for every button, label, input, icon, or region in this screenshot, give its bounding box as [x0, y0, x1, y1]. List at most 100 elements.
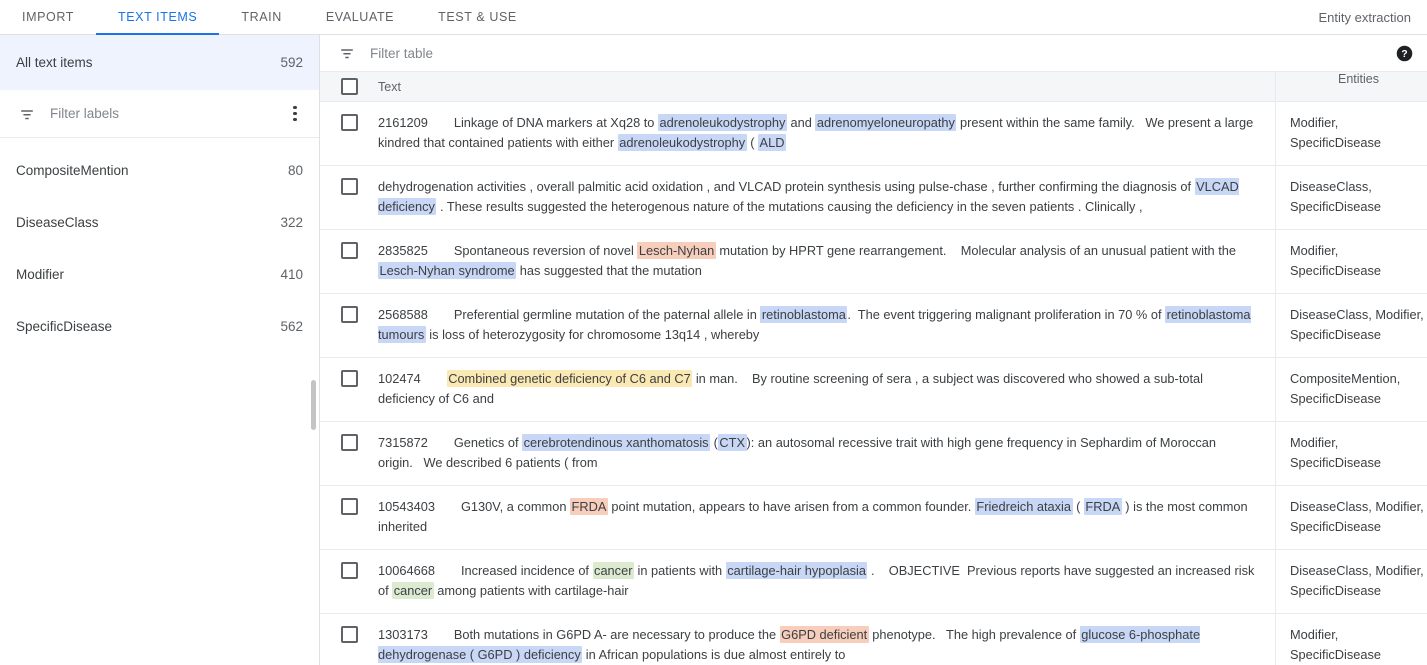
tab-evaluate[interactable]: EVALUATE [304, 0, 416, 34]
plain-text: . The event triggering malignant prolife… [847, 307, 1166, 322]
label-count: 562 [280, 318, 303, 334]
row-entities-cell: Modifier, SpecificDisease [1275, 614, 1427, 665]
plain-text: mutation by HPRT gene rearrangement. Mol… [715, 243, 1237, 258]
plain-text: in patients with [633, 563, 726, 578]
table-row[interactable]: 10064668 Increased incidence of cancer in… [320, 550, 1427, 614]
row-entities-cell: DiseaseClass, SpecificDisease [1275, 166, 1427, 229]
plain-text: Increased incidence of [460, 563, 593, 578]
entity-highlight-specificdisease[interactable]: Friedreich ataxia [974, 498, 1073, 515]
entity-highlight-modifier[interactable]: FRDA [570, 498, 608, 515]
plain-text: has suggested that the mutation [516, 263, 702, 278]
plain-text: Both mutations in G6PD A- are necessary … [453, 627, 780, 642]
tab-list: IMPORT TEXT ITEMS TRAIN EVALUATE TEST & USE [0, 0, 539, 35]
row-text-cell: 10064668 Increased incidence of cancer in… [378, 561, 1275, 601]
document-id: 102474 [378, 371, 421, 386]
plain-text: ( [710, 435, 718, 450]
label-name: DiseaseClass [16, 214, 99, 230]
table-row[interactable]: 10543403 G130V, a common FRDA point mutat… [320, 486, 1427, 550]
plain-text: Spontaneous reversion of novel [453, 243, 638, 258]
entity-highlight-specificdisease[interactable]: cartilage-hair hypoplasia [725, 562, 868, 579]
table-row[interactable]: 2835825 Spontaneous reversion of novel Le… [320, 230, 1427, 294]
entity-highlight-specificdisease[interactable]: CTX [717, 434, 747, 451]
entity-highlight-diseaseclass[interactable]: cancer [592, 562, 634, 579]
row-checkbox[interactable] [340, 114, 358, 131]
tab-import[interactable]: IMPORT [0, 0, 96, 34]
table-header-row: Text Entities [320, 72, 1427, 102]
plain-text: Linkage of DNA markers at Xq28 to [453, 115, 658, 130]
entity-highlight-diseaseclass[interactable]: cancer [392, 582, 434, 599]
table-row[interactable]: 102474 Combined genetic deficiency of C6 … [320, 358, 1427, 422]
entity-highlight-specificdisease[interactable]: ALD [758, 134, 786, 151]
row-text-cell: 7315872 Genetics of cerebrotendinous xant… [378, 433, 1275, 473]
row-checkbox-cell [320, 433, 378, 473]
plain-text: Genetics of [453, 435, 523, 450]
entity-highlight-specificdisease[interactable]: Lesch-Nyhan syndrome [378, 262, 517, 279]
help-icon[interactable]: ? [1396, 45, 1413, 62]
entity-highlight-specificdisease[interactable]: adrenoleukodystrophy [617, 134, 747, 151]
sidebar-label-diseaseclass[interactable]: DiseaseClass 322 [0, 196, 319, 248]
entity-highlight-specificdisease[interactable]: adrenoleukodystrophy [657, 114, 787, 131]
entity-highlight-specificdisease[interactable]: cerebrotendinous xanthomatosis [522, 434, 711, 451]
entity-highlight-modifier[interactable]: G6PD deficient [779, 626, 869, 643]
row-checkbox[interactable] [340, 178, 358, 195]
row-checkbox[interactable] [340, 370, 358, 387]
filter-table-bar: Filter table ? [320, 35, 1427, 72]
row-checkbox[interactable] [340, 498, 358, 515]
kebab-menu-icon[interactable] [285, 104, 305, 124]
label-count: 410 [280, 266, 303, 282]
filter-icon [338, 44, 356, 62]
plain-text: Preferential germline mutation of the pa… [453, 307, 761, 322]
table-row[interactable]: 2568588 Preferential germline mutation of… [320, 294, 1427, 358]
document-id: 10543403 [378, 499, 435, 514]
entity-highlight-specificdisease[interactable]: adrenomyeloneuropathy [815, 114, 957, 131]
row-checkbox[interactable] [340, 242, 358, 259]
label-name: CompositeMention [16, 162, 129, 178]
sidebar-label-compositemention[interactable]: CompositeMention 80 [0, 144, 319, 196]
sidebar-label-modifier[interactable]: Modifier 410 [0, 248, 319, 300]
row-checkbox[interactable] [340, 306, 358, 323]
document-id: 7315872 [378, 435, 428, 450]
row-checkbox-cell [320, 625, 378, 665]
sidebar-item-all-text-items[interactable]: All text items 592 [0, 35, 319, 90]
select-all-checkbox[interactable] [340, 78, 358, 95]
document-id: 1303173 [378, 627, 428, 642]
entity-highlight-modifier[interactable]: Lesch-Nyhan [637, 242, 716, 259]
label-list: CompositeMention 80 DiseaseClass 322 Modifie… [0, 138, 319, 352]
tab-test-use[interactable]: TEST & USE [416, 0, 539, 34]
entity-highlight-compositemention[interactable]: Combined genetic deficiency of C6 and C7 [446, 370, 693, 387]
top-navigation-bar: IMPORT TEXT ITEMS TRAIN EVALUATE TEST & USE … [0, 0, 1427, 35]
document-id: 2568588 [378, 307, 428, 322]
sidebar-label-specificdisease[interactable]: SpecificDisease 562 [0, 300, 319, 352]
all-text-items-label: All text items [16, 55, 93, 70]
filter-labels-bar: Filter labels [0, 90, 319, 138]
row-entities-cell: Modifier, SpecificDisease [1275, 102, 1427, 165]
row-entities-cell: DiseaseClass, Modifier, SpecificDisease [1275, 486, 1427, 549]
filter-labels-input[interactable]: Filter labels [50, 106, 119, 121]
tab-text-items[interactable]: TEXT ITEMS [95, 0, 220, 35]
text-items-table: Text Entities 2161209 Linkage of DNA mark… [320, 72, 1427, 665]
filter-table-input[interactable]: Filter table [370, 46, 433, 61]
sidebar-scrollbar-thumb[interactable] [311, 380, 316, 430]
row-checkbox[interactable] [340, 626, 358, 643]
row-entities-cell: CompositeMention, SpecificDisease [1275, 358, 1427, 421]
plain-text: G130V, a common [460, 499, 571, 514]
filter-icon [18, 105, 36, 123]
table-row[interactable]: 2161209 Linkage of DNA markers at Xq28 to… [320, 102, 1427, 166]
row-checkbox-cell [320, 305, 378, 345]
document-id: 10064668 [378, 563, 435, 578]
label-count: 322 [280, 214, 303, 230]
row-checkbox-cell [320, 561, 378, 601]
entity-highlight-specificdisease[interactable]: FRDA [1083, 498, 1122, 515]
row-checkbox-cell [320, 113, 378, 153]
tab-train[interactable]: TRAIN [219, 0, 304, 34]
label-count: 80 [287, 162, 303, 178]
row-checkbox[interactable] [340, 562, 358, 579]
row-checkbox[interactable] [340, 434, 358, 451]
entity-highlight-specificdisease[interactable]: retinoblastoma [760, 306, 848, 323]
table-row[interactable]: dehydrogenation activities , overall pal… [320, 166, 1427, 230]
table-row[interactable]: 1303173 Both mutations in G6PD A- are nec… [320, 614, 1427, 665]
column-header-entities: Entities [1275, 72, 1427, 101]
plain-text: point mutation, appears to have arisen f… [607, 499, 975, 514]
table-row[interactable]: 7315872 Genetics of cerebrotendinous xant… [320, 422, 1427, 486]
row-entities-cell: Modifier, SpecificDisease [1275, 230, 1427, 293]
